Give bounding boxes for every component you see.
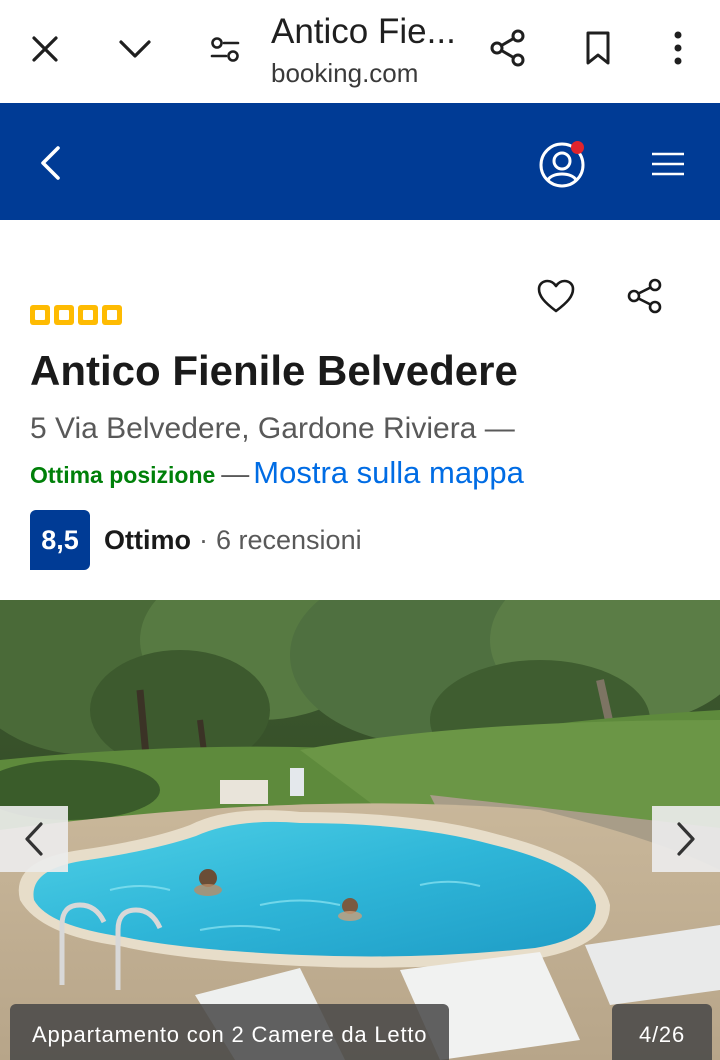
more-vert-icon[interactable] <box>656 26 700 70</box>
bookmark-icon[interactable] <box>576 26 620 70</box>
star-icon <box>102 305 122 325</box>
photo-counter: 4/26 <box>612 1004 712 1060</box>
address-bar[interactable]: Antico Fie... booking.com <box>271 10 471 90</box>
chevron-right-icon[interactable] <box>652 806 720 872</box>
page-domain: booking.com <box>271 58 419 88</box>
photo-caption: Appartamento con 2 Camere da Letto <box>10 1004 450 1060</box>
show-on-map-link[interactable]: Mostra sulla mappa <box>253 455 524 490</box>
heart-icon[interactable] <box>530 272 582 320</box>
property-name: Antico Fienile Belvedere <box>30 347 518 394</box>
star-icon <box>54 305 74 325</box>
separator-dash: — <box>221 458 250 489</box>
back-arrow-icon[interactable] <box>26 137 74 189</box>
tune-icon[interactable] <box>204 28 246 70</box>
location-line: Ottima posizione — Mostra sulla mappa <box>30 452 524 500</box>
tab-title: Antico Fie... <box>271 12 456 51</box>
menu-icon[interactable] <box>644 141 692 187</box>
property-address: 5 Via Belvedere, Gardone Riviera — <box>30 412 515 445</box>
star-rating <box>30 305 122 325</box>
star-icon <box>30 305 50 325</box>
separator-dot: · <box>199 524 208 555</box>
review-count: 6 recensioni <box>216 524 362 555</box>
chevron-down-icon[interactable] <box>114 28 156 70</box>
location-badge: Ottima posizione <box>30 462 216 488</box>
photo-gallery[interactable] <box>0 600 720 1060</box>
review-score[interactable]: 8,5 Ottimo · 6 recensioni <box>30 510 362 570</box>
notification-dot <box>571 141 584 154</box>
share-icon[interactable] <box>486 26 530 70</box>
score-word: Ottimo <box>104 524 191 555</box>
pool-photo <box>0 600 720 1060</box>
score-badge: 8,5 <box>30 510 90 570</box>
chevron-left-icon[interactable] <box>0 806 68 872</box>
account-icon[interactable] <box>536 139 588 191</box>
site-header <box>0 103 720 220</box>
browser-toolbar: Antico Fie... booking.com <box>0 0 720 103</box>
close-icon[interactable] <box>24 28 66 70</box>
star-icon <box>78 305 98 325</box>
share-icon[interactable] <box>620 272 670 320</box>
